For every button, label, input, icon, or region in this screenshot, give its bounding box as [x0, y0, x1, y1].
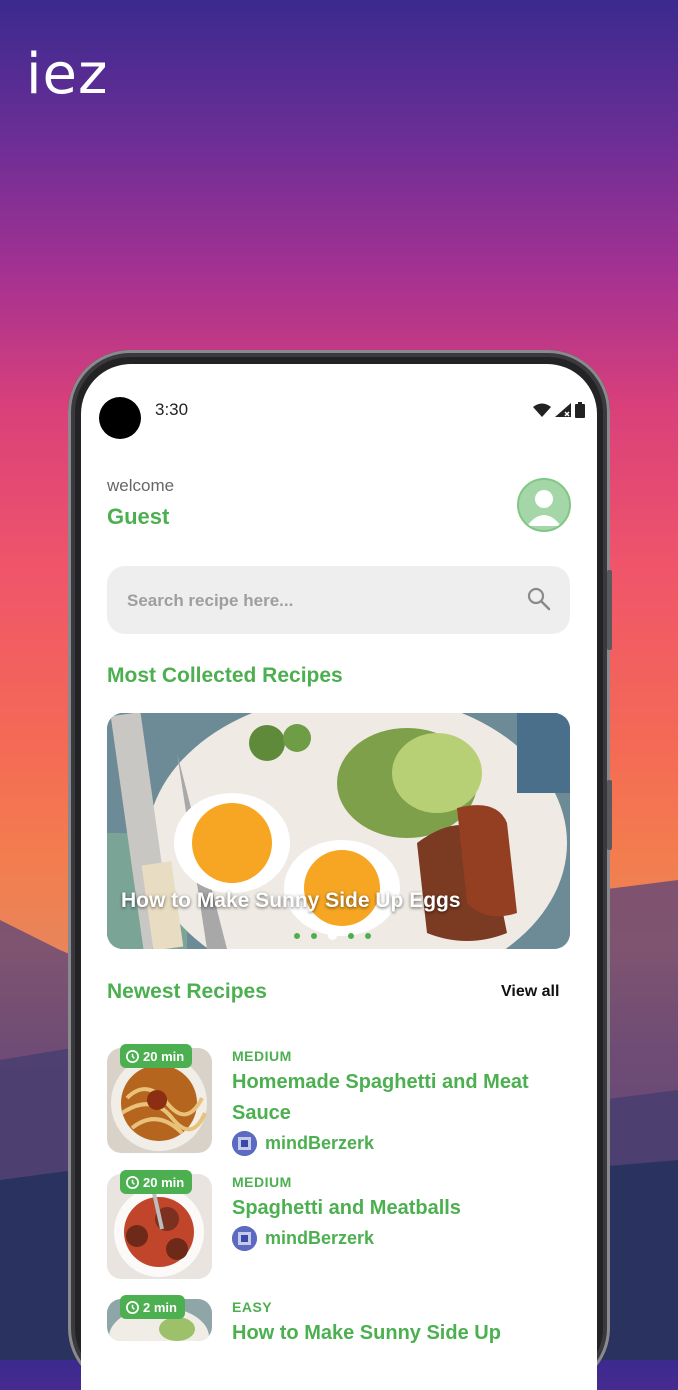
clock-history-icon — [126, 1300, 139, 1314]
username-label: Guest — [107, 504, 170, 529]
recipe-list-item[interactable]: 20 min MEDIUM Spaghetti and Meatballs mi… — [107, 1170, 572, 1284]
featured-recipe-image — [107, 713, 570, 949]
recipe-list-item[interactable]: 2 min EASY How to Make Sunny Side Up — [107, 1295, 572, 1390]
recipe-author: mindBerzerk — [232, 1131, 374, 1156]
author-avatar — [232, 1226, 257, 1251]
clock-history-icon — [126, 1175, 139, 1189]
author-name: mindBerzerk — [265, 1228, 375, 1248]
recipe-list-item[interactable]: 20 min MEDIUM Homemade Spaghetti and Mea… — [107, 1044, 572, 1158]
search-input[interactable] — [125, 584, 509, 618]
signal-icon — [555, 403, 571, 417]
cook-time-label: 20 min — [143, 1174, 185, 1190]
cook-time-label: 2 min — [143, 1299, 177, 1315]
most-collected-heading: Most Collected Recipes — [107, 664, 343, 687]
cook-time-badge: 20 min — [120, 1170, 193, 1194]
user-icon — [527, 490, 561, 526]
cook-time-badge: 20 min — [120, 1044, 193, 1068]
difficulty-label: EASY — [232, 1299, 273, 1315]
newest-recipes-heading: Newest Recipes — [107, 980, 267, 1003]
cook-time-badge: 2 min — [120, 1295, 185, 1319]
recipe-title: Spaghetti and Meatballs — [232, 1197, 461, 1219]
wifi-icon — [533, 403, 551, 417]
view-all-link[interactable]: View all — [501, 983, 559, 1001]
carousel-indicators — [294, 931, 371, 940]
status-bar: 3:30 — [81, 364, 597, 454]
search-bar[interactable] — [107, 566, 570, 634]
app-screen: 3:30 welcome Guest Most Collected Recipe… — [81, 364, 597, 1390]
search-icon[interactable] — [526, 586, 552, 612]
battery-icon — [575, 402, 585, 418]
brand-logo: iez — [26, 42, 109, 107]
author-avatar — [232, 1131, 257, 1156]
recipe-author: mindBerzerk — [232, 1226, 374, 1251]
carousel-dot[interactable] — [348, 932, 354, 939]
carousel-dot[interactable] — [294, 932, 300, 939]
recipe-title: How to Make Sunny Side Up — [232, 1322, 501, 1344]
recipe-title: Homemade Spaghetti and Meat Sauce — [232, 1071, 529, 1124]
welcome-label: welcome — [107, 476, 175, 495]
carousel-dot[interactable] — [311, 932, 317, 939]
phone-frame: 3:30 welcome Guest Most Collected Recipe… — [68, 350, 612, 1390]
featured-recipe-carousel[interactable]: How to Make Sunny Side Up Eggs — [107, 713, 570, 949]
featured-recipe-title: How to Make Sunny Side Up Eggs — [121, 889, 461, 912]
clock-history-icon — [126, 1049, 139, 1063]
difficulty-label: MEDIUM — [232, 1174, 292, 1190]
carousel-dot[interactable] — [365, 932, 371, 939]
front-camera — [99, 397, 141, 439]
difficulty-label: MEDIUM — [232, 1048, 292, 1064]
carousel-dot-active[interactable] — [328, 931, 337, 940]
cook-time-label: 20 min — [143, 1048, 185, 1064]
profile-avatar-button[interactable] — [517, 478, 571, 532]
author-name: mindBerzerk — [265, 1133, 375, 1153]
status-time: 3:30 — [155, 400, 189, 419]
